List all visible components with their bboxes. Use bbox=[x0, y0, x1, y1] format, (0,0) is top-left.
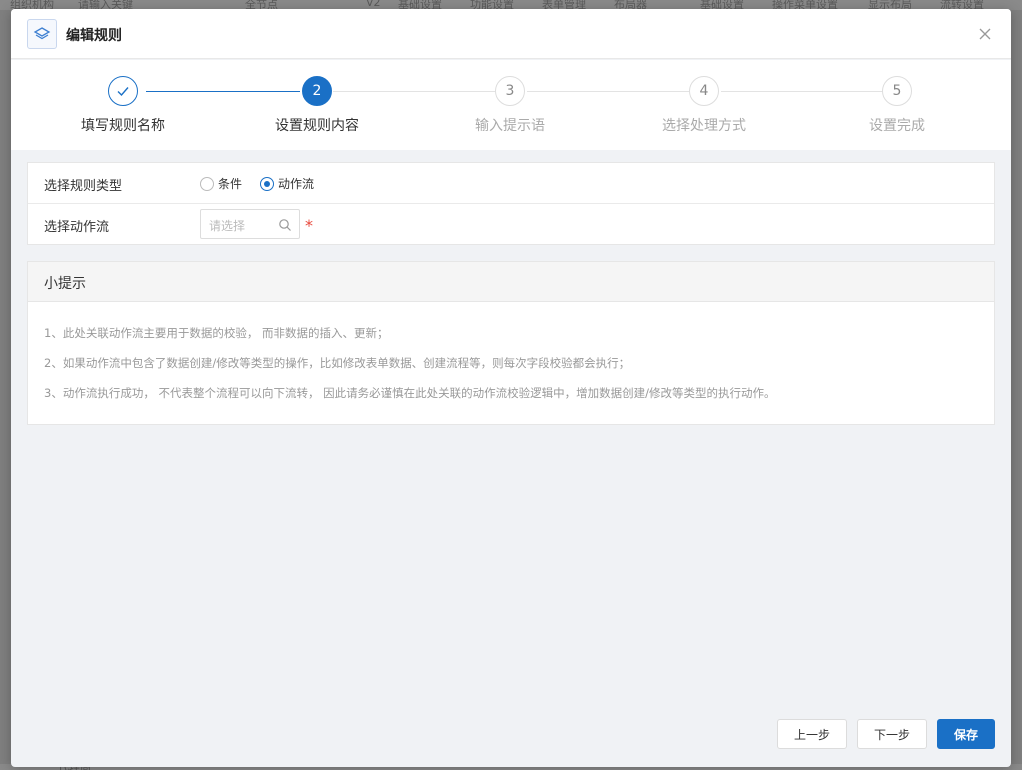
required-mark: * bbox=[305, 216, 313, 235]
step-5: 5 设置完成 bbox=[817, 76, 977, 135]
tips-panel: 小提示 1、此处关联动作流主要用于数据的校验， 而非数据的插入、更新； 2、如果… bbox=[27, 261, 995, 425]
radio-checked-icon[interactable] bbox=[260, 176, 275, 191]
save-button[interactable]: 保存 bbox=[937, 719, 995, 749]
radio-unchecked-icon[interactable] bbox=[200, 176, 214, 191]
step-label: 设置规则内容 bbox=[275, 118, 359, 134]
step-number: 3 bbox=[495, 76, 525, 106]
radio-label: 动作流 bbox=[278, 177, 315, 191]
rule-type-radio-group: 条件 动作流 bbox=[200, 175, 332, 192]
search-icon[interactable] bbox=[278, 218, 292, 232]
action-flow-row: 选择动作流 请选择 * bbox=[28, 204, 994, 245]
dialog-footer: 上一步 下一步 保存 bbox=[767, 719, 995, 749]
radio-condition[interactable]: 条件 bbox=[200, 175, 242, 192]
steps-bar: 填写规则名称 2 设置规则内容 3 输入提示语 4 选择处理方式 5 设置完成 bbox=[11, 60, 1011, 150]
rule-type-row: 选择规则类型 条件 动作流 bbox=[28, 163, 994, 204]
step-label: 选择处理方式 bbox=[662, 118, 746, 134]
step-3: 3 输入提示语 bbox=[430, 76, 590, 135]
dialog-title: 编辑规则 bbox=[66, 28, 122, 44]
close-icon[interactable] bbox=[975, 24, 995, 44]
bg-label: V2 bbox=[366, 0, 381, 9]
step-1: 填写规则名称 bbox=[43, 76, 203, 135]
step-4: 4 选择处理方式 bbox=[624, 76, 784, 135]
step-label: 设置完成 bbox=[869, 118, 925, 134]
step-label: 输入提示语 bbox=[475, 118, 545, 134]
step-number: 2 bbox=[302, 76, 332, 106]
tip-item: 2、如果动作流中包含了数据创建/修改等类型的操作，比如修改表单数据、创建流程等，… bbox=[44, 356, 631, 370]
edit-rule-dialog: 编辑规则 填写规则名称 2 设置规则内容 3 输入提示语 4 选择处理方式 5 … bbox=[11, 9, 1011, 767]
rule-form: 选择规则类型 条件 动作流 选择动作流 请选择 * bbox=[27, 162, 995, 245]
step-label: 填写规则名称 bbox=[81, 118, 165, 134]
step-2: 2 设置规则内容 bbox=[237, 76, 397, 135]
action-flow-placeholder: 请选择 bbox=[209, 219, 246, 233]
radio-label: 条件 bbox=[218, 177, 243, 191]
tip-item: 1、此处关联动作流主要用于数据的校验， 而非数据的插入、更新； bbox=[44, 326, 389, 340]
tips-title: 小提示 bbox=[28, 262, 994, 302]
next-step-button[interactable]: 下一步 bbox=[857, 719, 927, 749]
action-flow-select[interactable]: 请选择 bbox=[200, 209, 300, 239]
layers-icon bbox=[27, 19, 57, 49]
action-flow-label: 选择动作流 bbox=[44, 220, 110, 235]
tip-item: 3、动作流执行成功， 不代表整个流程可以向下流转， 因此请务必谨慎在此处关联的动… bbox=[44, 386, 776, 400]
tips-body: 1、此处关联动作流主要用于数据的校验， 而非数据的插入、更新； 2、如果动作流中… bbox=[28, 302, 994, 414]
dialog-header: 编辑规则 bbox=[11, 9, 1011, 59]
prev-step-button[interactable]: 上一步 bbox=[777, 719, 847, 749]
rule-type-label: 选择规则类型 bbox=[44, 179, 123, 194]
step-number: 5 bbox=[882, 76, 912, 106]
radio-action-flow[interactable]: 动作流 bbox=[260, 175, 314, 192]
step-number: 4 bbox=[689, 76, 719, 106]
check-icon bbox=[108, 76, 138, 106]
